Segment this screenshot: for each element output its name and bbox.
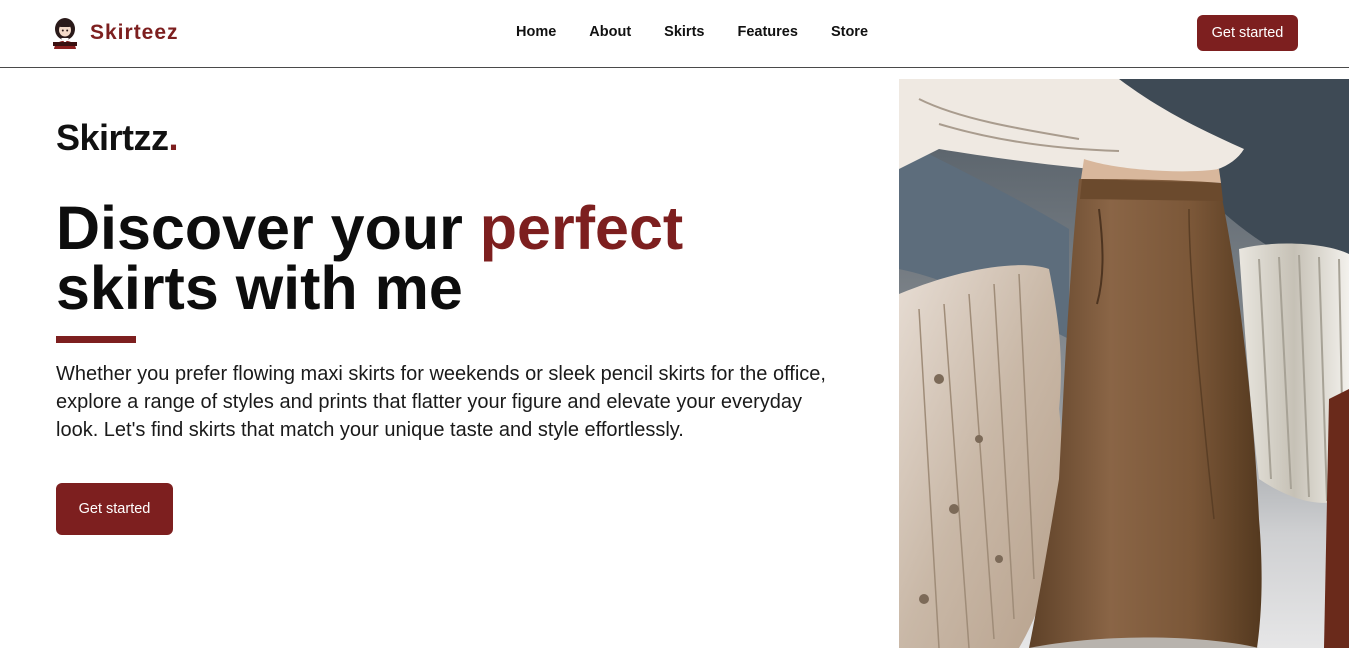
nav-home[interactable]: Home [516,24,556,40]
nav-get-started-button[interactable]: Get started [1197,15,1298,51]
skirts-photo [899,79,1349,648]
brand[interactable]: Skirteez [50,16,179,49]
hero-brand: Skirtzz. [56,117,179,159]
nav-store[interactable]: Store [831,24,868,40]
hero-image [899,79,1349,648]
hero-title-accent: perfect [479,194,684,262]
girl-avatar-icon [53,18,77,49]
brand-name: Skirteez [90,20,179,44]
hero-title: Discover your perfect skirts with me [56,198,816,319]
hero-title-part1: Discover your [56,194,480,262]
nav-about[interactable]: About [589,24,631,40]
hero-title-part2: skirts with me [56,254,463,322]
hero-description: Whether you prefer flowing maxi skirts f… [56,363,826,441]
nav-features[interactable]: Features [737,24,797,40]
navbar: Skirteez Home About Skirts Features Stor… [0,0,1349,68]
hero-brand-text: Skirtzz [56,117,169,158]
nav-links: Home About Skirts Features Store [516,24,901,40]
hero-brand-dot: . [168,117,179,158]
nav-skirts[interactable]: Skirts [664,24,704,40]
accent-divider [56,336,136,343]
hero-get-started-button[interactable]: Get started [56,483,173,535]
